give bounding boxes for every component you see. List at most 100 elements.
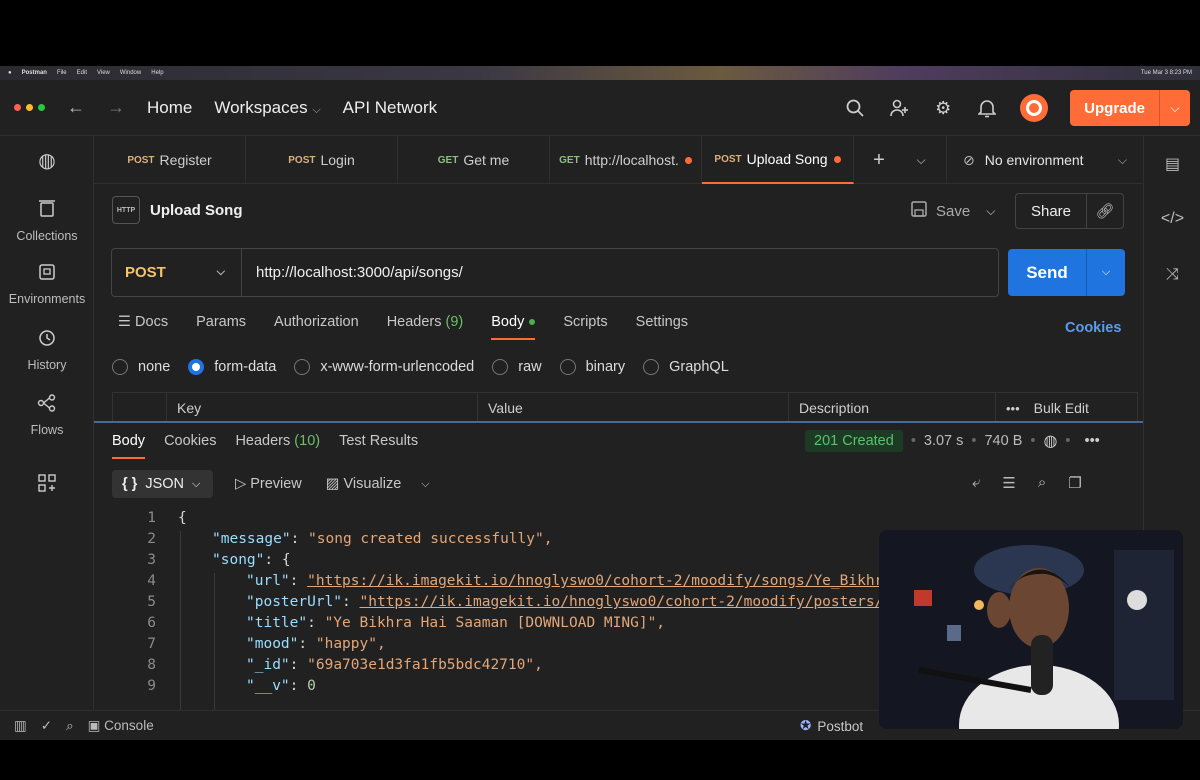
postbot-button[interactable]: ✪ Postbot	[800, 718, 863, 734]
code-icon[interactable]: </>	[1144, 210, 1200, 228]
globe-icon[interactable]: ◍	[1043, 431, 1057, 451]
response-time[interactable]: 3.07 s	[924, 433, 964, 449]
toggle-sidebar-icon[interactable]: ▥	[14, 718, 27, 734]
chevron-down-icon[interactable]: ⌵	[421, 478, 429, 491]
sidebar-item-history[interactable]: History	[0, 329, 94, 372]
radio-raw[interactable]: raw	[492, 359, 542, 375]
back-arrow-icon[interactable]: ←	[67, 97, 85, 118]
bulk-edit-cell: ••• Bulk Edit	[995, 393, 1139, 423]
more-options-icon[interactable]: •••	[1085, 433, 1100, 449]
url-input[interactable]: http://localhost:3000/api/songs/	[242, 264, 463, 281]
unsaved-dot	[684, 156, 692, 164]
response-tab-headers[interactable]: Headers (10)	[235, 433, 320, 459]
json-link-value[interactable]: "https://ik.imagekit.io/hnoglyswo0/cohor…	[360, 594, 901, 610]
tab-scripts[interactable]: Scripts	[563, 314, 607, 340]
pane-resize-handle[interactable]	[94, 421, 1143, 423]
status-badge[interactable]: 201 Created	[805, 430, 903, 452]
nav-workspaces[interactable]: Workspaces ⌵	[214, 98, 320, 118]
line-number: 4	[147, 573, 156, 589]
copy-icon[interactable]: ❐	[1068, 474, 1081, 492]
history-icon	[0, 329, 94, 353]
request-name[interactable]: HTTP Upload Song	[112, 196, 243, 224]
code-line: "_id": "69a703e1d3fa1fb5bdc42710",	[246, 657, 543, 673]
more-options-icon[interactable]: •••	[1006, 401, 1020, 416]
tab-body[interactable]: Body	[491, 314, 536, 340]
apple-icon[interactable]: ●	[8, 70, 12, 76]
format-select[interactable]: { } JSON ⌵	[112, 470, 213, 498]
tab-headers[interactable]: Headers (9)	[387, 314, 464, 340]
chevron-down-icon[interactable]: ⌵	[1087, 249, 1125, 296]
chevron-down-icon[interactable]: ⌵	[906, 136, 936, 184]
filter-icon[interactable]: ☰	[1002, 474, 1015, 492]
workspace-globe-icon[interactable]: ◍	[0, 148, 94, 178]
code-line: "mood": "happy",	[246, 636, 386, 652]
radio-form-data[interactable]: form-data	[188, 359, 276, 375]
menubar-edit[interactable]: Edit	[77, 70, 87, 76]
new-tab-plus-icon[interactable]: +	[864, 136, 894, 184]
response-tab-cookies[interactable]: Cookies	[164, 433, 216, 459]
forward-arrow-icon[interactable]: →	[107, 97, 125, 118]
wrap-lines-icon[interactable]: ⤶	[972, 474, 980, 492]
cookies-link[interactable]: Cookies	[1065, 320, 1121, 336]
share-label: Share	[1016, 194, 1087, 228]
invite-user-icon[interactable]	[888, 97, 910, 119]
share-button[interactable]: Share 🔗︎	[1015, 193, 1124, 229]
response-tab-body[interactable]: Body	[112, 433, 146, 459]
method-select[interactable]: POST ⌵	[112, 249, 242, 296]
send-button[interactable]: Send ⌵	[1008, 249, 1125, 296]
nav-api-network[interactable]: API Network	[343, 98, 437, 118]
runner-check-icon[interactable]: ✓	[41, 718, 52, 734]
tab-docs[interactable]: ☰ Docs	[118, 314, 168, 340]
menubar-help[interactable]: Help	[151, 70, 163, 76]
gear-icon[interactable]: ⚙	[932, 97, 954, 119]
minimize-window-button[interactable]	[26, 104, 33, 111]
radio-x-www-form-urlencoded[interactable]: x-www-form-urlencoded	[294, 359, 474, 375]
avatar[interactable]	[1020, 94, 1049, 122]
bell-icon[interactable]	[976, 97, 998, 119]
tab-params[interactable]: Params	[196, 314, 246, 340]
menubar-file[interactable]: File	[57, 70, 67, 76]
link-icon[interactable]: 🔗︎	[1087, 194, 1123, 228]
menubar-app-name[interactable]: Postman	[22, 70, 47, 76]
search-icon[interactable]	[844, 97, 866, 119]
tab-settings[interactable]: Settings	[636, 314, 688, 340]
radio-none[interactable]: none	[112, 359, 170, 375]
tab-authorization[interactable]: Authorization	[274, 314, 359, 340]
chevron-down-icon[interactable]: ⌵	[1160, 90, 1190, 126]
tab-upload-song[interactable]: POST Upload Song	[702, 136, 854, 184]
tab-login[interactable]: POST Login	[246, 136, 398, 184]
sidebar-item-flows[interactable]: Flows	[0, 394, 94, 437]
environment-selector[interactable]: ⊘ No environment ⌵	[946, 136, 1143, 184]
response-tab-test-results[interactable]: Test Results	[339, 433, 418, 459]
console-button[interactable]: ▣ Console	[88, 718, 154, 734]
sidebar-item-environments[interactable]: Environments	[0, 263, 94, 306]
related-collections-icon[interactable]: ⤨	[1144, 266, 1200, 284]
tab-register[interactable]: POST Register	[94, 136, 246, 184]
column-key: Key	[166, 393, 477, 423]
radio-graphql[interactable]: GraphQL	[643, 359, 729, 375]
sidebar-item-collections[interactable]: Collections	[0, 198, 94, 243]
add-apps-icon[interactable]	[0, 474, 94, 503]
find-icon[interactable]: ⌕	[66, 718, 74, 734]
request-title[interactable]: Upload Song	[150, 202, 243, 219]
tab-get-me[interactable]: GET Get me	[398, 136, 550, 184]
close-window-button[interactable]	[14, 104, 21, 111]
save-button[interactable]: Save ⌵	[910, 196, 995, 226]
json-link-value[interactable]: "https://ik.imagekit.io/hnoglyswo0/cohor…	[307, 573, 901, 589]
code-text: {	[178, 510, 187, 526]
trash-icon	[0, 198, 94, 224]
search-icon[interactable]: ⌕	[1038, 474, 1046, 492]
documentation-icon[interactable]: ▤	[1144, 154, 1200, 174]
visualize-button[interactable]: ▨ Visualize	[326, 476, 402, 492]
radio-binary[interactable]: binary	[559, 359, 625, 375]
bulk-edit-button[interactable]: Bulk Edit	[1034, 400, 1089, 416]
nav-home[interactable]: Home	[147, 98, 192, 118]
chevron-down-icon[interactable]: ⌵	[986, 204, 995, 219]
zoom-window-button[interactable]	[38, 104, 45, 111]
preview-button[interactable]: ▷ Preview	[235, 476, 302, 492]
tab-localhost[interactable]: GET http://localhost.	[550, 136, 702, 184]
menubar-window[interactable]: Window	[120, 70, 141, 76]
menubar-view[interactable]: View	[97, 70, 110, 76]
response-size[interactable]: 740 B	[984, 433, 1022, 449]
upgrade-button[interactable]: Upgrade ⌵	[1070, 90, 1190, 126]
